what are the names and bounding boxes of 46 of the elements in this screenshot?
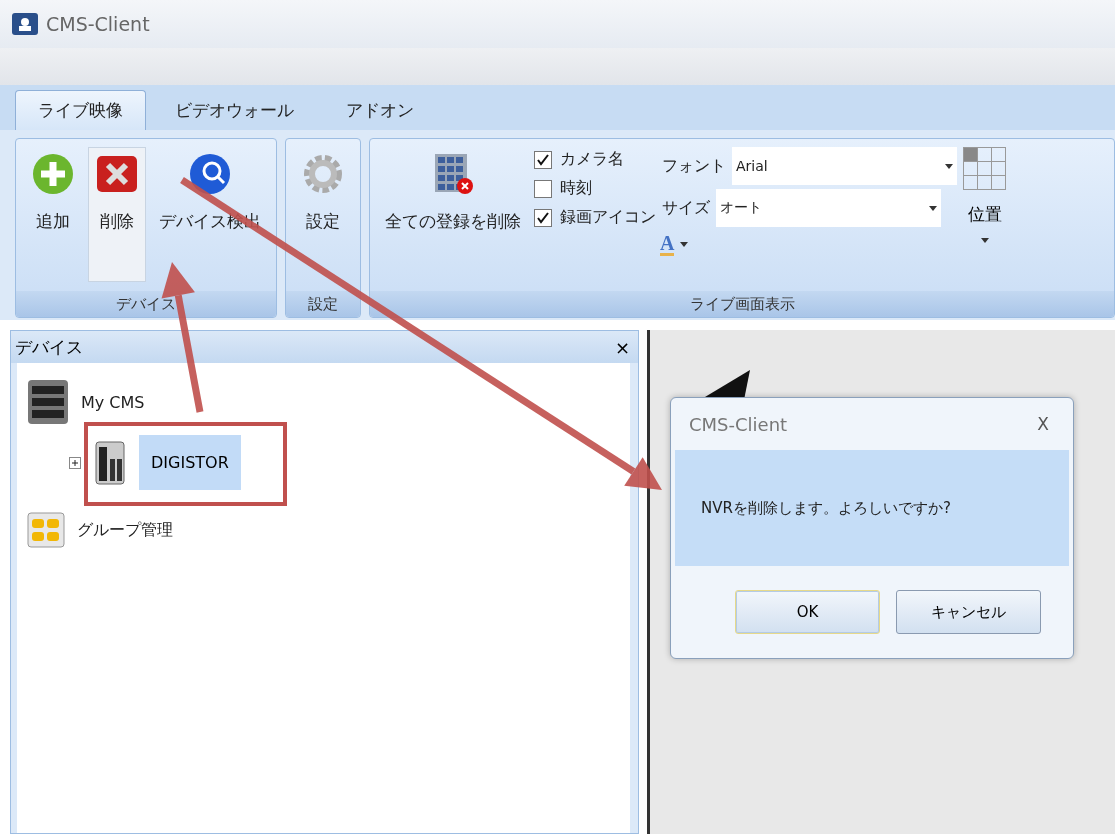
group-label: 設定 [286,291,360,317]
device-icon [95,440,125,485]
plus-icon [31,152,75,196]
dialog-message: NVRを削除します。よろしいですか? [701,498,951,518]
field-label: サイズ [662,197,710,219]
dialog-button[interactable]: キャンセル [896,590,1041,634]
caret-icon [680,242,689,247]
checkbox[interactable] [534,179,552,198]
app-icon [12,13,38,35]
field-label: フォント [662,155,726,177]
checkbox-label: カメラ名 [560,149,624,170]
folder-icon [27,512,65,548]
checkbox[interactable] [534,150,552,169]
checkbox-label: 時刻 [560,178,592,199]
ribbon-button[interactable]: 追加 [24,147,82,282]
size-dropdown[interactable]: オート [716,189,941,227]
gear-icon [301,152,345,196]
caret-icon [929,205,937,211]
ribbon-tab[interactable]: アドオン [323,90,437,130]
ribbon-button[interactable]: 削除 [88,147,146,282]
font-dropdown[interactable]: Arial [732,147,957,185]
tree-item[interactable]: グループ管理 [77,519,173,541]
checkbox-label: 録画アイコン [560,207,656,228]
grid-position-icon [963,147,1007,191]
panel-title: デバイス [15,335,83,359]
checkbox[interactable] [534,208,552,227]
font-color-button[interactable]: A [658,231,957,258]
group-label: デバイス [16,291,276,317]
close-button[interactable]: X [1031,413,1055,435]
ribbon-tab[interactable]: ライブ映像 [15,90,146,130]
ribbon-button[interactable]: 全ての登録を削除 [378,147,528,282]
window-title: CMS-Client [46,13,150,35]
close-button[interactable]: × [614,336,630,358]
position-button[interactable]: 位置 [963,147,1007,243]
ribbon-button[interactable]: 設定 [294,147,352,282]
dialog-button[interactable]: OK [735,590,880,634]
group-label: ライブ画面表示 [370,291,1114,317]
expand-icon[interactable] [69,456,81,469]
ribbon-tab[interactable]: ビデオウォール [152,90,317,130]
caret-icon [945,163,953,169]
search-icon [188,152,232,196]
dialog-title: CMS-Client [689,413,788,435]
tree-item[interactable]: My CMS [81,392,145,412]
caret-icon [981,238,989,243]
server-icon [27,379,69,425]
tree-item[interactable]: DIGISTOR [139,435,241,490]
